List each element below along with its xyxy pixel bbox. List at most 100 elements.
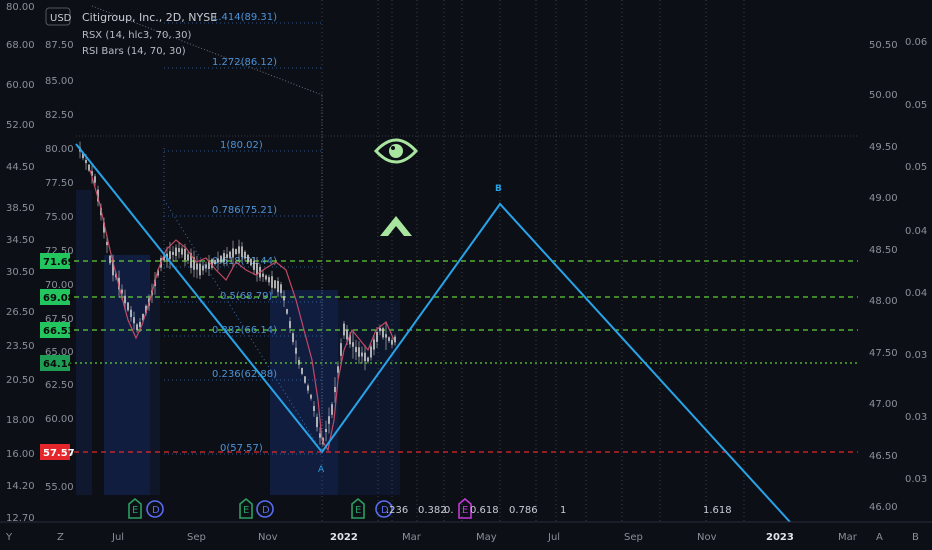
right-inner-tick: 48.00 bbox=[869, 296, 898, 307]
right-inner-tick: 46.50 bbox=[869, 451, 898, 462]
candle-body bbox=[133, 317, 135, 324]
candle-body bbox=[94, 176, 96, 183]
candle-body bbox=[127, 302, 129, 311]
right-outer-tick: 0.03 bbox=[905, 412, 927, 423]
candle-body bbox=[373, 339, 375, 350]
time-axis-label: 2022 bbox=[330, 532, 358, 543]
indicator-rsi-bars-legend[interactable]: RSI Bars (14, 70, 30) bbox=[82, 46, 186, 57]
candle-body bbox=[286, 309, 288, 314]
left-outer-tick: 20.50 bbox=[6, 375, 35, 386]
price-tag: 71.69 bbox=[40, 253, 75, 269]
indicator-rsx-legend[interactable]: RSX (14, hlc3, 70, 30) bbox=[82, 30, 191, 41]
corner-a-button[interactable]: A bbox=[876, 532, 883, 543]
corner-z-button[interactable]: Z bbox=[57, 532, 64, 543]
corner-y-button[interactable]: Y bbox=[5, 532, 13, 543]
candle-body bbox=[268, 277, 270, 283]
right-outer-tick: 0.04 bbox=[905, 226, 927, 237]
left-outer-tick: 26.50 bbox=[6, 307, 35, 318]
candle-body bbox=[382, 328, 384, 338]
time-axis-label: Sep bbox=[624, 532, 643, 543]
candle-body bbox=[307, 385, 309, 391]
right-inner-tick: 50.50 bbox=[869, 40, 898, 51]
candle-body bbox=[313, 406, 315, 411]
candle-body bbox=[343, 323, 345, 336]
candle-body bbox=[226, 254, 228, 258]
candle-body bbox=[220, 255, 222, 263]
fib-level-label: 1(80.02) bbox=[220, 140, 263, 151]
candle-body bbox=[292, 333, 294, 343]
candle-body bbox=[301, 367, 303, 374]
left-outer-tick: 52.00 bbox=[6, 120, 35, 131]
candle-body bbox=[271, 276, 273, 288]
time-fib-label: .236 bbox=[386, 505, 408, 516]
candle-body bbox=[232, 248, 234, 258]
badge-letter: E bbox=[355, 505, 361, 516]
time-fib-label: 0. bbox=[444, 505, 454, 516]
left-inner-tick: 87.50 bbox=[45, 40, 74, 51]
left-inner-tick: 85.00 bbox=[45, 76, 74, 87]
time-axis-label: Jul bbox=[111, 532, 124, 543]
right-outer-tick: 0.06 bbox=[905, 37, 927, 48]
time-fib-label: 0.786 bbox=[509, 505, 538, 516]
badge-letter: D bbox=[152, 505, 160, 516]
time-axis-label: Jul bbox=[547, 532, 560, 543]
right-outer-tick: 0.05 bbox=[905, 100, 927, 111]
candle-body bbox=[391, 340, 393, 345]
candle-body bbox=[295, 347, 297, 354]
fib-level-label: 1.272(86.12) bbox=[212, 57, 277, 68]
candle-body bbox=[277, 280, 279, 293]
badge-letter: E bbox=[462, 505, 468, 516]
left-inner-tick: 55.00 bbox=[45, 482, 74, 493]
currency-button[interactable]: USD bbox=[50, 13, 72, 24]
candle-body bbox=[88, 164, 90, 171]
candle-body bbox=[325, 428, 327, 433]
time-axis-label: Nov bbox=[258, 532, 278, 543]
right-inner-tick: 46.00 bbox=[869, 502, 898, 513]
price-tag: 64.14 bbox=[40, 355, 75, 371]
price-tag-label: 57.57 bbox=[43, 448, 75, 459]
candle-body bbox=[181, 248, 183, 255]
left-inner-tick: 82.50 bbox=[45, 110, 74, 121]
time-fib-label: 0.382 bbox=[418, 505, 447, 516]
time-axis-label: Mar bbox=[402, 532, 422, 543]
candle-body bbox=[199, 263, 201, 276]
corner-b-button[interactable]: B bbox=[912, 532, 919, 543]
left-outer-tick: 68.00 bbox=[6, 40, 35, 51]
left-outer-tick: 38.50 bbox=[6, 203, 35, 214]
pattern-point-a: A bbox=[318, 465, 325, 475]
candle-body bbox=[169, 251, 171, 259]
time-axis-label: May bbox=[476, 532, 497, 543]
candle-body bbox=[334, 386, 336, 393]
right-outer-tick: 0.03 bbox=[905, 350, 927, 361]
fib-level-label: 0.786(75.21) bbox=[212, 205, 277, 216]
candle-body bbox=[364, 352, 366, 362]
time-fib-label: 1.618 bbox=[703, 505, 732, 516]
fib-level-label: 0.236(62.88) bbox=[212, 369, 277, 380]
right-inner-tick: 49.50 bbox=[869, 142, 898, 153]
candle-body bbox=[184, 248, 186, 261]
candle-body bbox=[370, 346, 372, 358]
right-inner-tick: 48.50 bbox=[869, 245, 898, 256]
candle-body bbox=[352, 342, 354, 347]
price-tag-label: 71.69 bbox=[43, 257, 75, 268]
candle-body bbox=[214, 260, 216, 264]
candle-body bbox=[274, 280, 276, 289]
badge-letter: E bbox=[243, 505, 249, 516]
chart-canvas[interactable]: 1.414(89.31) 1.272(86.12) 1(80.02) 0.786(75… bbox=[0, 0, 932, 550]
candle-body bbox=[241, 246, 243, 258]
left-outer-tick: 30.50 bbox=[6, 267, 35, 278]
left-inner-tick: 60.00 bbox=[45, 414, 74, 425]
candle-body bbox=[379, 327, 381, 332]
candle-body bbox=[328, 416, 330, 424]
candle-body bbox=[388, 337, 390, 342]
time-axis-label: Mar bbox=[838, 532, 858, 543]
price-tag: 66.53 bbox=[40, 322, 75, 338]
candle-body bbox=[298, 360, 300, 365]
time-fib-label: 1 bbox=[560, 505, 566, 516]
candle-body bbox=[124, 295, 126, 304]
price-tag: 57.57 bbox=[40, 444, 75, 460]
time-fib-label: 0.618 bbox=[470, 505, 499, 516]
time-axis-label: 2023 bbox=[766, 532, 794, 543]
pattern-point-b: B bbox=[495, 184, 502, 194]
candle-body bbox=[235, 248, 237, 255]
